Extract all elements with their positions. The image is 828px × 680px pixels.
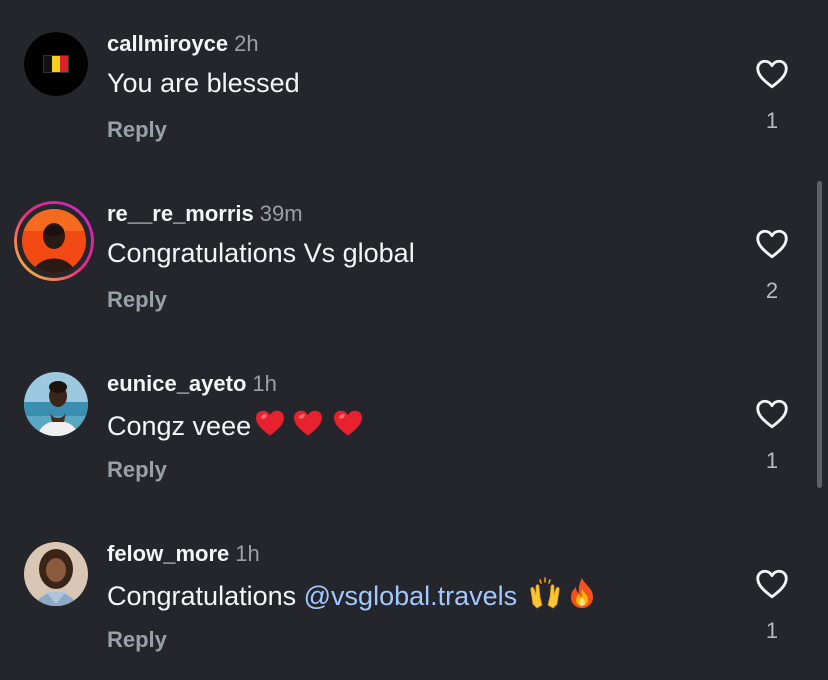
raising-hands-icon	[527, 577, 563, 616]
avatar[interactable]	[14, 201, 94, 281]
comment-text: Congratulations @vsglobal.travels	[107, 577, 599, 616]
avatar[interactable]	[24, 32, 88, 96]
comment-meta: callmiroyce 2h	[107, 31, 259, 57]
comment-item: felow_more 1h Congratulations @vsglobal.t…	[0, 510, 828, 680]
like-count: 2	[765, 278, 779, 303]
avatar[interactable]	[24, 542, 88, 606]
comment-item: re__re_morris 39m Congratulations Vs glob…	[0, 170, 828, 340]
reply-button[interactable]: Reply	[107, 627, 167, 653]
red-heart-icon	[329, 407, 367, 446]
red-heart-icon	[289, 407, 327, 446]
comment-text-content: Congz veee	[107, 411, 252, 441]
comment-meta: felow_more 1h	[107, 541, 260, 567]
username[interactable]: callmiroyce	[107, 31, 228, 56]
like-count: 1	[765, 108, 779, 133]
like-count: 1	[765, 618, 779, 643]
comment-meta: re__re_morris 39m	[107, 201, 303, 227]
timestamp: 1h	[252, 371, 277, 396]
timestamp: 2h	[234, 31, 259, 56]
username[interactable]: felow_more	[107, 541, 229, 566]
scrollbar[interactable]	[817, 181, 822, 488]
timestamp: 1h	[235, 541, 260, 566]
username[interactable]: re__re_morris	[107, 201, 254, 226]
heart-icon[interactable]	[754, 56, 790, 92]
comment-text: Congratulations Vs global	[107, 238, 415, 268]
comment-text-content: Congratulations	[107, 581, 297, 611]
comment-text: You are blessed	[107, 68, 300, 98]
reply-button[interactable]: Reply	[107, 117, 167, 143]
username[interactable]: eunice_ayeto	[107, 371, 246, 396]
heart-icon[interactable]	[754, 566, 790, 602]
comment-text: Congz veee	[107, 407, 367, 446]
heart-icon[interactable]	[754, 396, 790, 432]
comment-item: callmiroyce 2h You are blessed Reply 1	[0, 0, 828, 170]
comment-item: eunice_ayeto 1h Congz veee Reply 1	[0, 340, 828, 510]
heart-icon[interactable]	[754, 226, 790, 262]
avatar[interactable]	[24, 372, 88, 436]
red-heart-icon	[253, 407, 287, 446]
mention-link[interactable]: @vsglobal.travels	[304, 581, 518, 611]
reply-button[interactable]: Reply	[107, 457, 167, 483]
comment-meta: eunice_ayeto 1h	[107, 371, 277, 397]
like-count: 1	[765, 448, 779, 473]
timestamp: 39m	[259, 201, 303, 226]
reply-button[interactable]: Reply	[107, 287, 167, 313]
fire-icon	[565, 577, 599, 616]
